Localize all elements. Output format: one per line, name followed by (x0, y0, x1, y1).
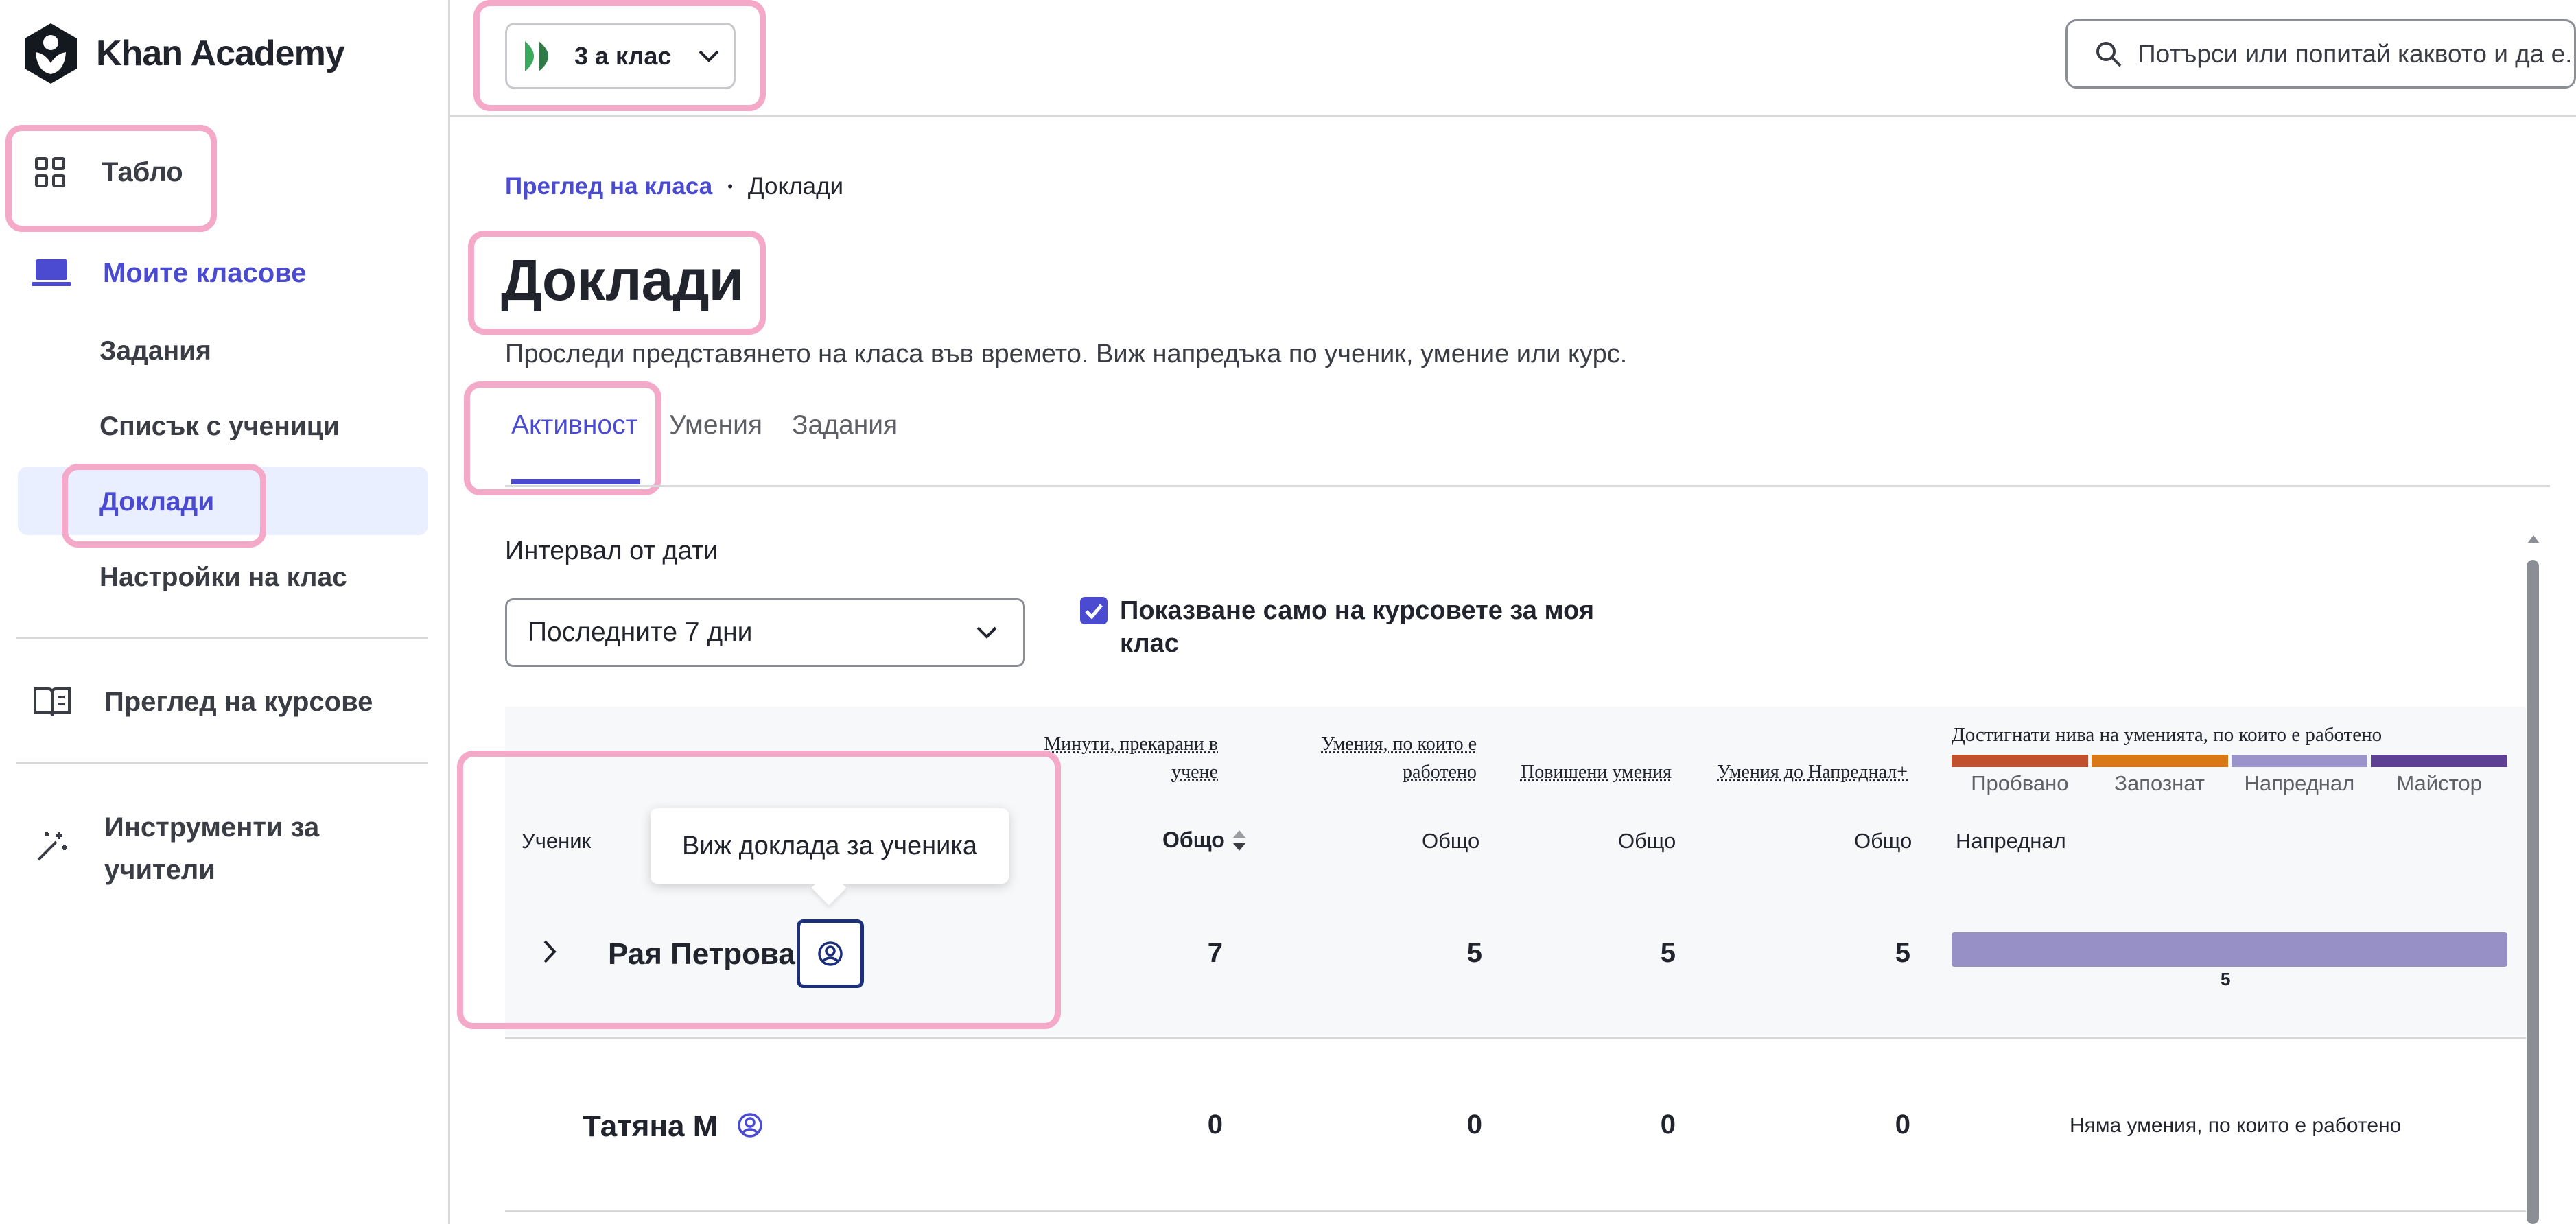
cell-minutes: 7 (1207, 938, 1223, 968)
page-description: Проследи представянето на класа във врем… (505, 340, 1628, 368)
sidebar-item-dashboard[interactable]: Табло (34, 156, 183, 188)
search-icon (2096, 41, 2122, 67)
classroom-icon (32, 259, 71, 286)
breadcrumb-separator: • (727, 178, 733, 195)
student-report-button[interactable] (797, 919, 864, 988)
sidebar-item-assignments[interactable]: Задания (99, 336, 211, 366)
teacher-tools-line2: учители (104, 855, 215, 885)
checkmark-icon (1085, 604, 1103, 620)
user-circle-icon (818, 941, 843, 966)
only-my-courses-checkbox[interactable] (1080, 597, 1108, 624)
student-report-button[interactable] (737, 1112, 763, 1142)
top-bar: 3 а клас Потърси или попитай каквото и д… (450, 0, 2576, 117)
legend-label-familiar: Запознат (2114, 771, 2205, 795)
col-header-skills-leveled[interactable]: Повишени умения (1496, 759, 1672, 787)
legend-swatch-familiar (2091, 755, 2228, 767)
cell-skills-to-proficient: 5 (1895, 938, 1910, 968)
breadcrumb-parent-link[interactable]: Преглед на класа (505, 173, 712, 200)
chevron-down-icon (699, 50, 719, 62)
cell-skills-worked: 5 (1466, 938, 1482, 968)
row-divider (505, 1037, 2526, 1039)
proficient-bar-track (1952, 932, 2507, 967)
no-skills-text: Няма умения, по които е работено (2070, 1114, 2402, 1137)
khan-logo[interactable]: Khan Academy (22, 22, 345, 85)
subheader-total: Общо (1422, 829, 1480, 853)
grid-icon (35, 157, 65, 187)
tab-assignments[interactable]: Задания (792, 410, 898, 440)
class-selector[interactable]: 3 а клас (505, 23, 736, 89)
cell-skills-worked: 0 (1466, 1109, 1482, 1140)
sidebar: Khan Academy Табло Моите класове Задания… (0, 0, 450, 1224)
subheader-total: Общо (1854, 829, 1912, 853)
sidebar-item-label: Моите класове (103, 257, 307, 288)
sidebar-divider (16, 762, 428, 764)
sidebar-item-label: Преглед на курсове (104, 686, 373, 717)
scroll-up-arrow[interactable] (2527, 534, 2540, 548)
col-header-levels: Достигнати нива на уменията, по които е … (1952, 724, 2382, 746)
search-placeholder: Потърси или попитай каквото и да е... (2138, 39, 2576, 68)
proficient-bar-value: 5 (2221, 969, 2231, 989)
sidebar-item-student-list[interactable]: Списък с ученици (99, 412, 340, 442)
book-icon (34, 687, 71, 716)
tab-activity-indicator (511, 479, 640, 484)
cell-skills-leveled: 0 (1660, 1109, 1676, 1140)
search-input[interactable]: Потърси или попитай каквото и да е... (2065, 19, 2576, 89)
logo-text: Khan Academy (96, 34, 345, 73)
sort-total-minutes[interactable]: Общо (1162, 827, 1247, 853)
col-header-student[interactable]: Ученик (522, 829, 591, 854)
col-header-skills-worked[interactable]: Умения, по които е работено (1235, 731, 1477, 786)
chevron-down-icon (976, 626, 997, 639)
sidebar-item-my-classes[interactable]: Моите класове (32, 257, 306, 289)
user-circle-icon (738, 1113, 762, 1138)
tooltip-text: Виж доклада за ученика (682, 831, 977, 860)
sidebar-divider (16, 637, 428, 639)
subheader-proficient: Напреднал (1956, 829, 2066, 853)
row-expand-chevron[interactable] (542, 939, 557, 968)
cell-skills-to-proficient: 0 (1895, 1109, 1910, 1140)
legend-swatch-attempted (1952, 755, 2088, 767)
sidebar-item-reports-bg[interactable] (18, 467, 428, 535)
date-range-select[interactable]: Последните 7 дни (505, 598, 1025, 667)
proficient-bar[interactable] (1952, 932, 2507, 967)
legend-label-attempted: Пробвано (1971, 771, 2069, 795)
levels-legend (1952, 755, 2507, 767)
sidebar-item-class-settings[interactable]: Настройки на клас (99, 563, 347, 593)
sidebar-item-reports[interactable]: Доклади (99, 487, 214, 517)
legend-label-mastered: Майстор (2396, 771, 2482, 795)
magic-wand-icon (37, 832, 67, 861)
student-name[interactable]: Рая Петрова (608, 937, 795, 972)
scrollbar-thumb[interactable] (2527, 560, 2539, 1224)
legend-swatch-proficient (2231, 755, 2368, 767)
class-name: 3 а клас (574, 41, 672, 70)
tab-skills[interactable]: Умения (669, 410, 762, 440)
student-name[interactable]: Татяна М (583, 1109, 718, 1144)
tabs-divider (505, 485, 2550, 487)
sort-icon (1232, 829, 1245, 851)
cell-minutes: 0 (1207, 1109, 1223, 1140)
sidebar-item-teacher-tools[interactable]: Инструменти за учители (34, 806, 319, 891)
date-range-value: Последните 7 дни (528, 617, 753, 647)
date-range-label: Интервал от дати (505, 537, 718, 565)
row-divider (505, 1210, 2526, 1212)
chevron-right-icon (543, 940, 557, 963)
col-header-skills-to-proficient[interactable]: Умения до Напреднал+ (1688, 759, 1908, 787)
cell-skills-leveled: 5 (1660, 938, 1676, 968)
only-my-courses-label[interactable]: Показване само на курсовете за моя клас (1120, 594, 1594, 660)
sidebar-item-course-overview[interactable]: Преглед на курсове (33, 686, 373, 718)
tab-activity[interactable]: Активност (511, 410, 637, 440)
breadcrumb: Преглед на класа • Доклади (505, 173, 843, 200)
legend-swatch-mastered (2371, 755, 2507, 767)
subheader-total: Общо (1618, 829, 1676, 853)
teacher-tools-line1: Инструменти за (104, 812, 320, 843)
class-avatar-icon (525, 40, 548, 71)
levels-legend-labels: Пробвано Запознат Напреднал Майстор (1952, 771, 2507, 796)
khan-logo-icon (25, 23, 77, 84)
sidebar-item-label: Табло (102, 156, 183, 187)
page-title: Доклади (501, 248, 744, 312)
legend-label-proficient: Напреднал (2244, 771, 2355, 795)
breadcrumb-current: Доклади (747, 173, 844, 200)
col-header-minutes[interactable]: Минути, прекарани в учене (947, 731, 1218, 786)
